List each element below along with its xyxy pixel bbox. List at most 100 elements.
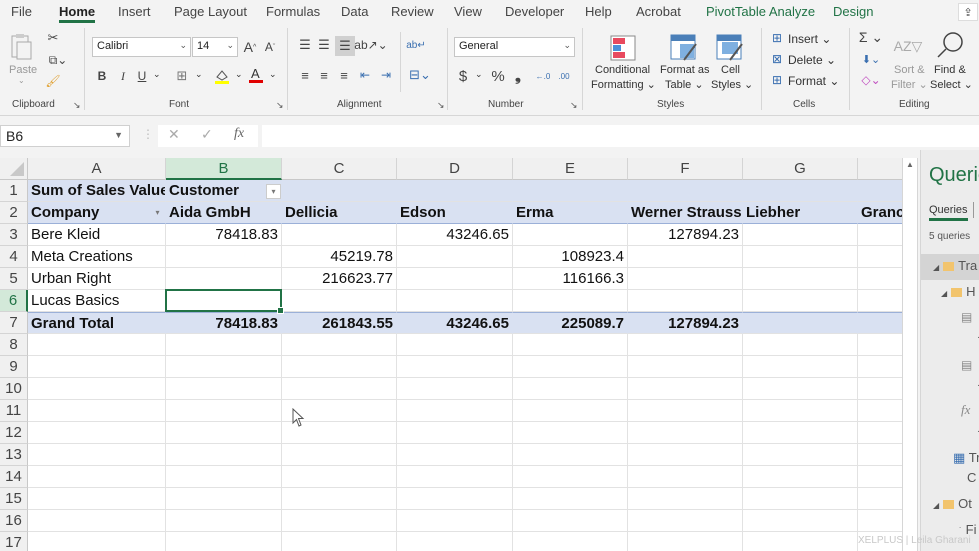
row-header-13[interactable]: 13: [0, 444, 28, 466]
empty-cell[interactable]: [166, 400, 282, 422]
empty-cell[interactable]: [858, 356, 902, 378]
pivot-value-cell[interactable]: 108923.4: [513, 246, 628, 268]
column-header-f[interactable]: F: [628, 158, 743, 180]
row-header-9[interactable]: 9: [0, 356, 28, 378]
empty-cell[interactable]: [397, 422, 513, 444]
borders-icon[interactable]: ⊞: [173, 67, 191, 85]
empty-cell[interactable]: [282, 356, 397, 378]
empty-cell[interactable]: [858, 400, 902, 422]
query-group-item[interactable]: ◢ Tra: [933, 258, 977, 273]
pivot-header-cell[interactable]: [743, 180, 858, 202]
tab-help[interactable]: Help: [585, 4, 612, 19]
empty-cell[interactable]: [282, 378, 397, 400]
empty-cell[interactable]: [28, 466, 166, 488]
empty-cell[interactable]: [743, 444, 858, 466]
pivot-header-cell[interactable]: [397, 180, 513, 202]
empty-cell[interactable]: [166, 378, 282, 400]
increase-decimal-icon[interactable]: ←.0: [534, 68, 552, 84]
grand-total-value[interactable]: 261843.55: [282, 312, 397, 334]
empty-cell[interactable]: [166, 466, 282, 488]
grand-total-value[interactable]: 43246.65: [397, 312, 513, 334]
empty-cell[interactable]: [166, 356, 282, 378]
font-name-select[interactable]: Calibri ⌄: [92, 37, 191, 57]
font-launcher-icon[interactable]: ↘: [276, 100, 284, 111]
empty-cell[interactable]: [513, 422, 628, 444]
row-header-4[interactable]: 4: [0, 246, 28, 268]
grand-total-value[interactable]: 78418.83: [166, 312, 282, 334]
pivot-value-cell[interactable]: 78418.83: [166, 224, 282, 246]
decrease-indent-icon[interactable]: ⇤: [357, 67, 373, 83]
pivot-customer-header[interactable]: Dellicia: [282, 202, 397, 224]
percent-button[interactable]: %: [489, 67, 507, 85]
column-header-c[interactable]: C: [282, 158, 397, 180]
pivot-row-label[interactable]: Lucas Basics: [28, 290, 166, 312]
currency-chevron-icon[interactable]: ⌄: [475, 69, 483, 80]
pivot-header-cell[interactable]: [513, 180, 628, 202]
underline-chevron-icon[interactable]: ⌄: [153, 69, 161, 80]
column-header-g[interactable]: G: [743, 158, 858, 180]
copy-icon[interactable]: ⧉⌄: [45, 52, 71, 68]
pivot-value-cell[interactable]: [513, 290, 628, 312]
pivot-value-cell[interactable]: [166, 268, 282, 290]
empty-cell[interactable]: [628, 378, 743, 400]
align-middle-icon[interactable]: ☰: [316, 37, 332, 53]
tab-file[interactable]: File: [11, 4, 32, 19]
empty-cell[interactable]: [628, 356, 743, 378]
pivot-header-cell[interactable]: [282, 180, 397, 202]
formula-bar-grip-icon[interactable]: ⋮: [142, 127, 154, 141]
empty-cell[interactable]: [743, 488, 858, 510]
empty-cell[interactable]: [628, 400, 743, 422]
query-group-item[interactable]: ◢ Ot: [933, 496, 972, 511]
row-header-7[interactable]: 7: [0, 312, 28, 334]
worksheet-grid[interactable]: ABCDEFGH1234567891011121314151617Sum of …: [0, 158, 902, 551]
empty-cell[interactable]: [282, 334, 397, 356]
row-header-1[interactable]: 1: [0, 180, 28, 202]
pivot-customer-header[interactable]: Aida GmbH: [166, 202, 282, 224]
empty-cell[interactable]: [858, 334, 902, 356]
autosum-icon[interactable]: Σ ⌄: [857, 29, 885, 45]
query-group-item[interactable]: ◢ H: [941, 284, 976, 299]
grand-total-value[interactable]: [743, 312, 858, 334]
customer-filter-button[interactable]: ▾: [266, 184, 281, 199]
formula-input[interactable]: [262, 125, 979, 147]
fill-color-icon[interactable]: [213, 67, 231, 85]
empty-cell[interactable]: [743, 334, 858, 356]
tab-design[interactable]: Design: [833, 4, 873, 19]
empty-cell[interactable]: [166, 488, 282, 510]
tab-developer[interactable]: Developer: [505, 4, 564, 19]
empty-cell[interactable]: [513, 532, 628, 551]
empty-cell[interactable]: [628, 466, 743, 488]
increase-font-icon[interactable]: A ^: [242, 38, 258, 56]
empty-cell[interactable]: [166, 422, 282, 444]
empty-cell[interactable]: [628, 334, 743, 356]
empty-cell[interactable]: [628, 444, 743, 466]
number-launcher-icon[interactable]: ↘: [570, 100, 578, 111]
align-center-icon[interactable]: ≡: [316, 67, 332, 83]
empty-cell[interactable]: [397, 378, 513, 400]
column-header-a[interactable]: A: [28, 158, 166, 180]
column-header-h[interactable]: H: [858, 158, 902, 180]
pivot-value-cell[interactable]: 127894.23: [628, 224, 743, 246]
pivot-value-cell[interactable]: [858, 290, 902, 312]
row-header-16[interactable]: 16: [0, 510, 28, 532]
row-header-6[interactable]: 6: [0, 290, 28, 312]
empty-cell[interactable]: [28, 400, 166, 422]
underline-button[interactable]: U: [136, 67, 148, 85]
pivot-value-cell[interactable]: [166, 246, 282, 268]
tab-queries[interactable]: Queries: [929, 204, 968, 221]
pivot-customer-header[interactable]: Granc: [858, 202, 902, 224]
pivot-value-cell[interactable]: 216623.77: [282, 268, 397, 290]
row-header-15[interactable]: 15: [0, 488, 28, 510]
empty-cell[interactable]: [628, 532, 743, 551]
empty-cell[interactable]: [282, 444, 397, 466]
empty-cell[interactable]: [858, 510, 902, 532]
paste-button[interactable]: [8, 32, 36, 62]
pivot-value-cell[interactable]: [282, 224, 397, 246]
merge-center-icon[interactable]: ⊟⌄: [405, 66, 435, 84]
row-header-8[interactable]: 8: [0, 334, 28, 356]
row-header-17[interactable]: 17: [0, 532, 28, 551]
empty-cell[interactable]: [513, 400, 628, 422]
empty-cell[interactable]: [513, 510, 628, 532]
empty-cell[interactable]: [166, 532, 282, 551]
borders-chevron-icon[interactable]: ⌄: [195, 69, 203, 80]
